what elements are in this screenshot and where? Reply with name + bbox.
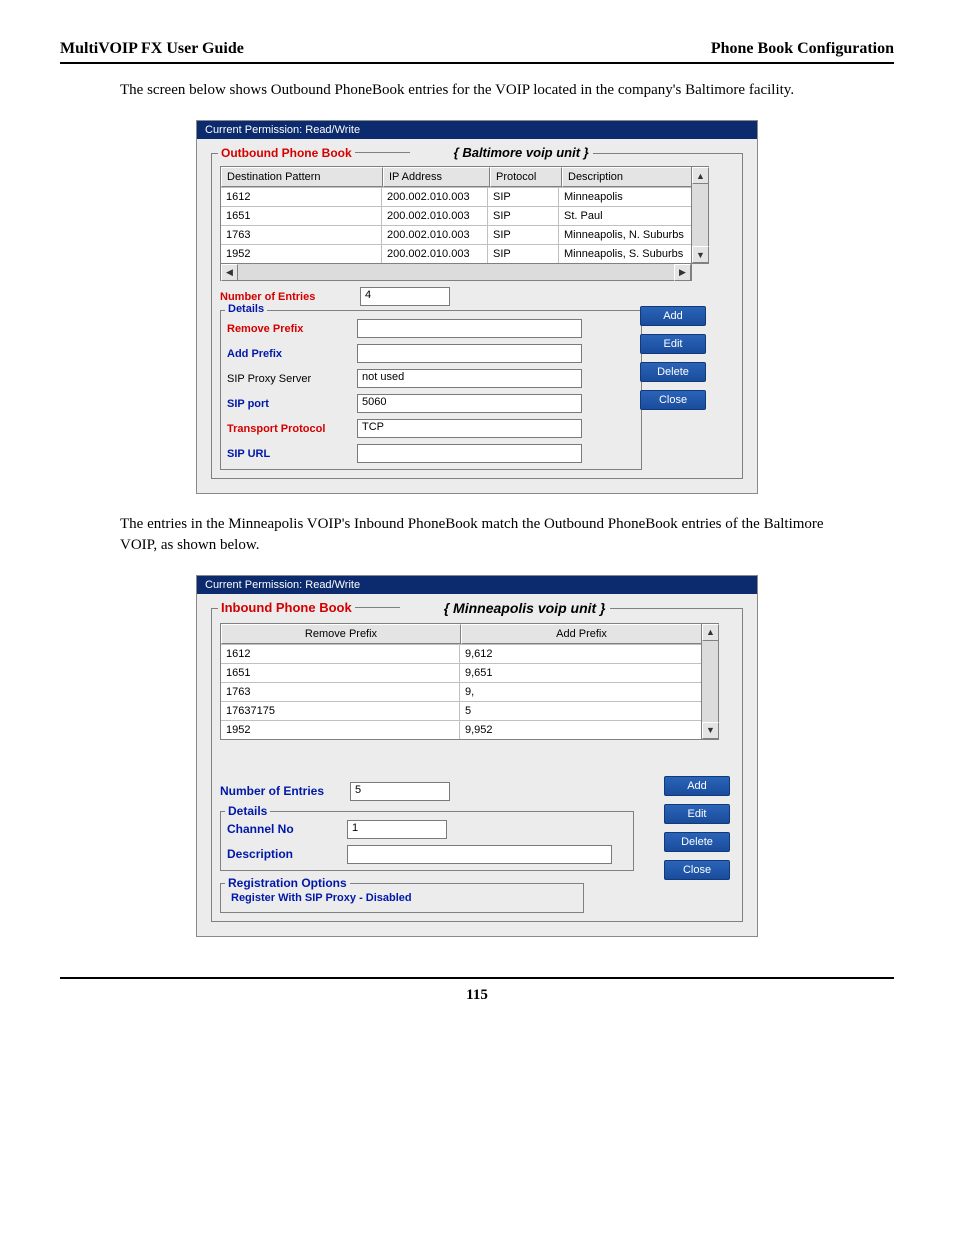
col-ip[interactable]: IP Address [383, 167, 490, 187]
close-button[interactable]: Close [640, 390, 706, 410]
transport-label: Transport Protocol [227, 423, 357, 435]
scroll-up-icon[interactable]: ▲ [692, 167, 709, 184]
col-remove-prefix[interactable]: Remove Prefix [221, 624, 461, 644]
scroll-down-icon[interactable]: ▼ [702, 722, 719, 739]
col-destination[interactable]: Destination Pattern [221, 167, 383, 187]
delete-button[interactable]: Delete [640, 362, 706, 382]
sip-proxy-value: not used [357, 369, 582, 388]
vertical-scrollbar[interactable]: ▲ ▼ [692, 166, 709, 264]
sip-port-value: 5060 [357, 394, 582, 413]
outbound-fieldset: Outbound Phone Book { Baltimore voip uni… [211, 153, 743, 479]
transport-value: TCP [357, 419, 582, 438]
description-value [347, 845, 612, 864]
table-header: Remove Prefix Add Prefix [221, 624, 701, 645]
paragraph-2: The entries in the Minneapolis VOIP's In… [120, 514, 834, 555]
col-protocol[interactable]: Protocol [490, 167, 562, 187]
num-entries-value: 4 [360, 287, 450, 306]
table-row[interactable]: 1612 200.002.010.003 SIP Minneapolis [221, 188, 691, 207]
channel-no-label: Channel No [227, 822, 347, 836]
details-fieldset: Details Remove Prefix Add Prefix SIP Pro… [220, 310, 642, 470]
channel-no-value: 1 [347, 820, 447, 839]
header-left: MultiVOIP FX User Guide [60, 40, 244, 58]
remove-prefix-value [357, 319, 582, 338]
inbound-fieldset: Inbound Phone Book { Minneapolis voip un… [211, 608, 743, 922]
num-entries-value: 5 [350, 782, 450, 801]
add-prefix-value [357, 344, 582, 363]
table-row[interactable]: 17637175 5 [221, 702, 701, 721]
page-number: 115 [60, 987, 894, 1004]
outbound-table[interactable]: Destination Pattern IP Address Protocol … [220, 166, 692, 264]
registration-options-fieldset: Registration Options Register With SIP P… [220, 883, 584, 913]
horizontal-scrollbar[interactable]: ◀ ▶ [220, 264, 692, 281]
table-row[interactable]: 1612 9,612 [221, 645, 701, 664]
details-legend: Details [225, 303, 267, 315]
add-button[interactable]: Add [640, 306, 706, 326]
inbound-annotation: { Minneapolis voip unit } [440, 600, 610, 616]
table-row[interactable]: 1952 9,952 [221, 721, 701, 739]
scroll-right-icon[interactable]: ▶ [674, 264, 691, 281]
inbound-table[interactable]: Remove Prefix Add Prefix 1612 9,612 1651… [220, 623, 702, 740]
table-row[interactable]: 1651 9,651 [221, 664, 701, 683]
vertical-scrollbar[interactable]: ▲ ▼ [702, 623, 719, 740]
scroll-up-icon[interactable]: ▲ [702, 624, 719, 641]
table-row[interactable]: 1952 200.002.010.003 SIP Minneapolis, S.… [221, 245, 691, 263]
close-button[interactable]: Close [664, 860, 730, 880]
num-entries-label: Number of Entries [220, 784, 350, 798]
outbound-window: Current Permission: Read/Write Outbound … [196, 120, 758, 494]
footer-rule [60, 977, 894, 979]
add-prefix-label: Add Prefix [227, 348, 357, 360]
details-legend: Details [225, 804, 270, 818]
col-add-prefix[interactable]: Add Prefix [461, 624, 701, 644]
paragraph-1: The screen below shows Outbound PhoneBoo… [120, 80, 834, 100]
outbound-annotation: { Baltimore voip unit } [450, 145, 593, 160]
table-header: Destination Pattern IP Address Protocol … [221, 167, 691, 188]
scroll-down-icon[interactable]: ▼ [692, 246, 709, 263]
page-header: MultiVOIP FX User Guide Phone Book Confi… [60, 40, 894, 64]
registration-legend: Registration Options [225, 876, 350, 890]
sip-proxy-label: SIP Proxy Server [227, 373, 357, 385]
scroll-left-icon[interactable]: ◀ [221, 264, 238, 281]
table-row[interactable]: 1763 9, [221, 683, 701, 702]
edit-button[interactable]: Edit [640, 334, 706, 354]
remove-prefix-label: Remove Prefix [227, 323, 357, 335]
header-right: Phone Book Configuration [711, 40, 894, 58]
details-fieldset: Details Channel No 1 Description [220, 811, 634, 871]
description-label: Description [227, 847, 347, 861]
inbound-titlebar: Current Permission: Read/Write [197, 576, 757, 594]
table-row[interactable]: 1651 200.002.010.003 SIP St. Paul [221, 207, 691, 226]
edit-button[interactable]: Edit [664, 804, 730, 824]
add-button[interactable]: Add [664, 776, 730, 796]
num-entries-label: Number of Entries [220, 291, 360, 303]
table-row[interactable]: 1763 200.002.010.003 SIP Minneapolis, N.… [221, 226, 691, 245]
delete-button[interactable]: Delete [664, 832, 730, 852]
sip-url-label: SIP URL [227, 448, 357, 460]
inbound-legend: Inbound Phone Book [218, 600, 355, 615]
inbound-window: Current Permission: Read/Write Inbound P… [196, 575, 758, 937]
sip-port-label: SIP port [227, 398, 357, 410]
col-description[interactable]: Description [562, 167, 691, 187]
sip-url-value [357, 444, 582, 463]
outbound-titlebar: Current Permission: Read/Write [197, 121, 757, 139]
outbound-legend: Outbound Phone Book [218, 146, 355, 160]
